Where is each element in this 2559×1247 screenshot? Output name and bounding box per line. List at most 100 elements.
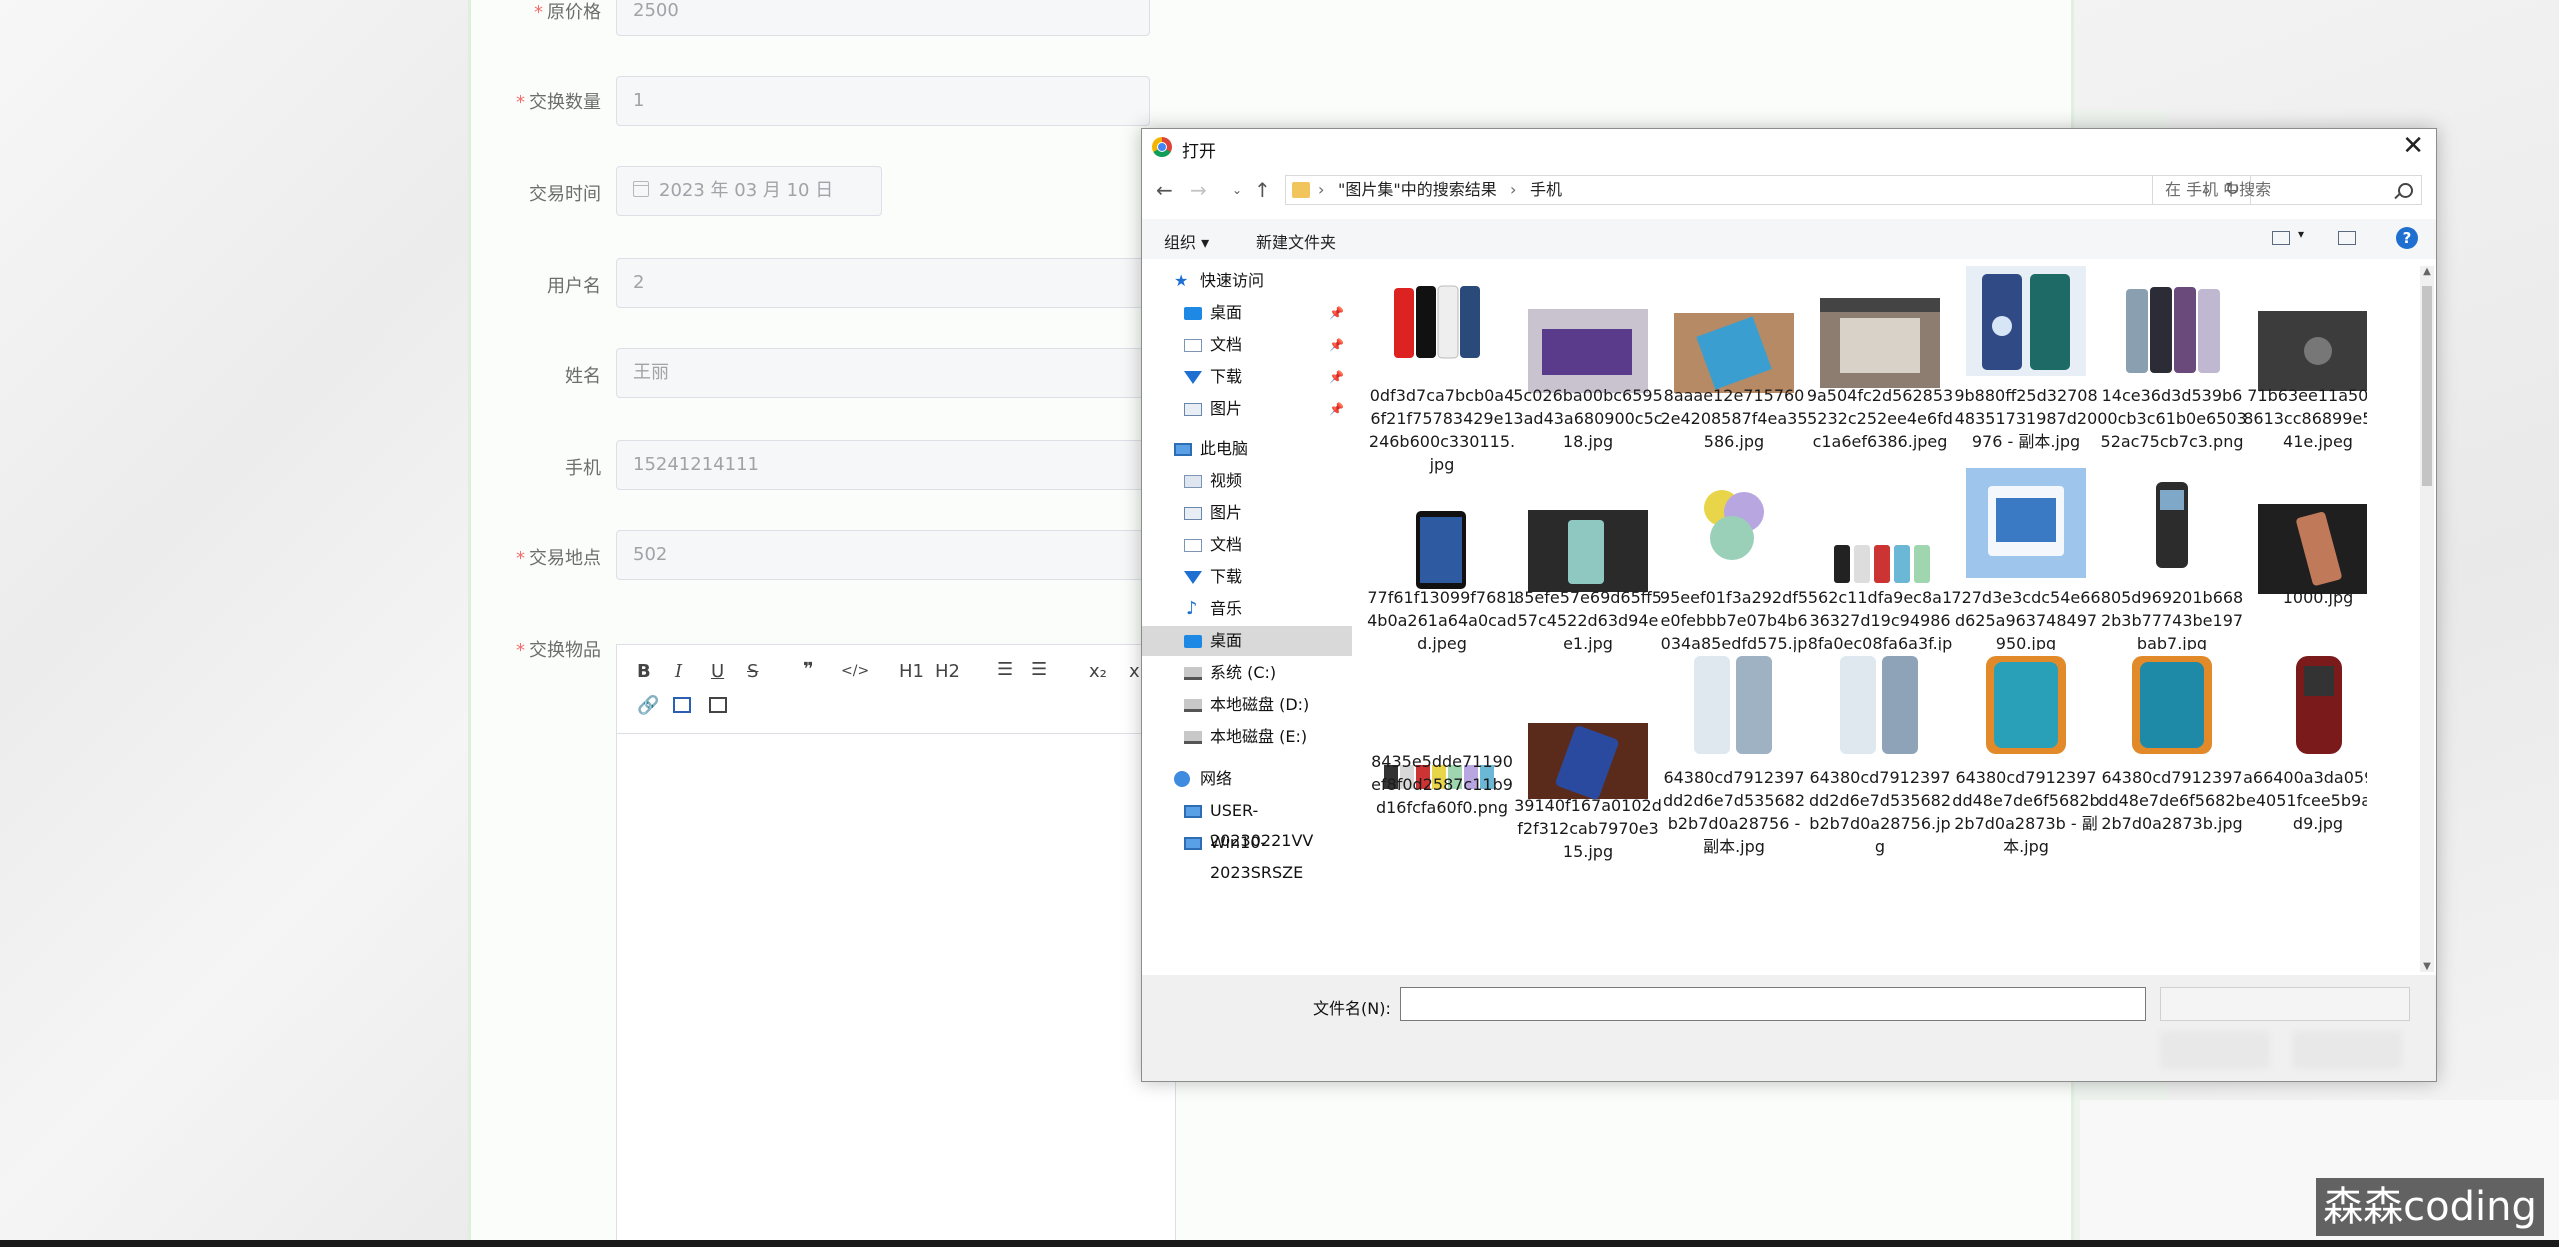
back-arrow-icon[interactable]: ← [1156,177,1173,203]
computer-icon [1184,805,1202,818]
up-arrow-icon[interactable]: ↑ [1254,177,1271,203]
phone-thumbnail [1820,650,1940,760]
help-icon[interactable]: ? [2396,227,2418,249]
file-type-select[interactable] [2160,987,2410,1021]
ordered-list-icon[interactable]: ☰ [997,659,1013,680]
nav-pc-videos[interactable]: 视频 [1142,466,1352,496]
heading1-button[interactable]: H1 [899,661,924,682]
italic-button[interactable]: I [675,661,682,682]
trade-date-picker[interactable]: 2023 年 03 月 10 日 [616,166,882,216]
star-icon: ★ [1174,271,1189,290]
close-button[interactable]: ✕ [2402,131,2424,161]
forward-arrow-icon[interactable]: → [1190,177,1207,203]
scroll-up-icon[interactable]: ▲ [2420,266,2434,277]
nav-quick-documents[interactable]: 文档 📌 [1142,330,1352,360]
network-icon [1174,771,1190,787]
calendar-icon [633,181,649,197]
rich-text-editor[interactable]: B I U S ❞ </> H1 H2 ☰ ☰ x₂ x 🔗 [616,644,1176,1244]
command-bar: 组织 ▾ 新建文件夹 ▾ ? [1142,219,2436,259]
file-grid: 0df3d7ca7bcb0a46f21f75783429e1246b600c33… [1367,266,2367,966]
superscript-button[interactable]: x [1129,661,1140,682]
nav-network-user[interactable]: USER-20230221VV [1142,796,1352,850]
nav-pc-music[interactable]: ♪ 音乐 [1142,594,1352,624]
bold-button[interactable]: B [637,661,651,682]
address-bar[interactable]: › "图片集"中的搜索结果 › 手机 ⌄ ↻ [1285,175,2251,205]
phone-thumbnail [1674,650,1794,760]
label-exchange-item: * 交换物品 [516,640,601,661]
label-phone: 手机 [565,458,601,479]
phone-thumbnail [1382,270,1502,380]
music-icon: ♪ [1186,598,1198,619]
nav-quick-desktop[interactable]: 桌面 📌 [1142,298,1352,328]
organize-button[interactable]: 组织 ▾ [1164,229,1209,253]
phone-thumbnail [2258,650,2367,760]
original-price-input[interactable]: 2500 [616,0,1150,36]
exchange-quantity-input[interactable]: 1 [616,76,1150,126]
pictures-icon [1184,403,1202,416]
download-icon [1184,571,1202,584]
link-icon[interactable]: 🔗 [637,695,659,716]
nav-drive-c[interactable]: 系统 (C:) [1142,658,1352,688]
nav-pc-documents[interactable]: 文档 [1142,530,1352,560]
nav-quick-pictures[interactable]: 图片 📌 [1142,394,1352,424]
search-input[interactable]: 在 手机 中搜索 [2152,175,2422,205]
nav-quick-downloads[interactable]: 下载 📌 [1142,362,1352,392]
view-dropdown-icon[interactable]: ▾ [2298,227,2304,241]
strike-button[interactable]: S [747,661,758,682]
desktop-icon [1184,635,1202,648]
document-icon [1184,339,1202,352]
file-scrollbar[interactable]: ▲ ▼ [2420,266,2434,972]
file-open-dialog: 打开 ✕ ← → ⌄ ↑ › "图片集"中的搜索结果 › 手机 ⌄ ↻ 在 手机… [1141,128,2437,1082]
view-options-icon[interactable] [2272,231,2290,245]
code-button[interactable]: </> [841,663,869,679]
subscript-button[interactable]: x₂ [1089,661,1107,682]
drive-icon [1184,731,1202,744]
phone-input[interactable]: 15241214111 [616,440,1150,490]
username-input[interactable]: 2 [616,258,1150,308]
video-icon[interactable] [709,697,727,713]
new-folder-button[interactable]: 新建文件夹 [1256,229,1336,253]
nav-pc-pictures[interactable]: 图片 [1142,498,1352,528]
nav-quick-access[interactable]: ★ 快速访问 [1142,266,1352,296]
breadcrumb-search-results[interactable]: "图片集"中的搜索结果 [1338,176,1497,204]
video-folder-icon [1184,475,1202,488]
nav-this-pc[interactable]: 此电脑 [1142,434,1352,464]
nav-pc-downloads[interactable]: 下载 [1142,562,1352,592]
recent-dropdown-icon[interactable]: ⌄ [1232,177,1242,203]
blockquote-button[interactable]: ❞ [803,659,814,680]
nav-drive-e[interactable]: 本地磁盘 (E:) [1142,722,1352,752]
breadcrumb-chevron-icon[interactable]: › [1318,176,1324,204]
dialog-titlebar: 打开 ✕ [1142,129,2436,165]
scroll-thumb[interactable] [2422,286,2432,486]
phone-thumbnail [1820,298,1940,388]
phone-thumbnail [1966,650,2086,760]
bullet-list-icon[interactable]: ☰ [1031,659,1047,680]
name-input[interactable]: 王丽 [616,348,1150,398]
filename-input[interactable] [1400,987,2146,1021]
dialog-footer: 文件名(N): [1142,975,2436,1081]
watermark: 森森coding [2316,1178,2544,1236]
nav-network[interactable]: 网络 [1142,764,1352,794]
image-icon[interactable] [673,697,691,713]
computer-icon [1174,443,1192,456]
nav-network-win10[interactable]: Win10-2023SRSZE [1142,828,1352,882]
pin-icon: 📌 [1329,402,1344,416]
breadcrumb-chevron-icon[interactable]: › [1510,176,1516,204]
dialog-title: 打开 [1182,142,1216,162]
nav-pc-desktop[interactable]: 桌面 [1142,626,1352,656]
underline-button[interactable]: U [711,661,724,682]
scroll-down-icon[interactable]: ▼ [2420,961,2434,972]
download-icon [1184,371,1202,384]
trade-location-input[interactable]: 502 [616,530,1150,580]
pin-icon: 📌 [1329,370,1344,384]
heading2-button[interactable]: H2 [935,661,960,682]
cancel-button[interactable] [2292,1031,2402,1069]
pin-icon: 📌 [1329,306,1344,320]
phone-thumbnail [1674,468,1794,578]
desktop-icon [1184,307,1202,320]
open-button[interactable] [2160,1031,2270,1069]
breadcrumb-phone[interactable]: 手机 [1530,176,1562,204]
nav-drive-d[interactable]: 本地磁盘 (D:) [1142,690,1352,720]
preview-pane-icon[interactable] [2338,231,2356,245]
navigation-pane: ★ 快速访问 桌面 📌 文档 📌 下载 📌 图片 📌 此电脑 视频 图片 文档 下载 ♪ 音… [1142,266,1352,966]
